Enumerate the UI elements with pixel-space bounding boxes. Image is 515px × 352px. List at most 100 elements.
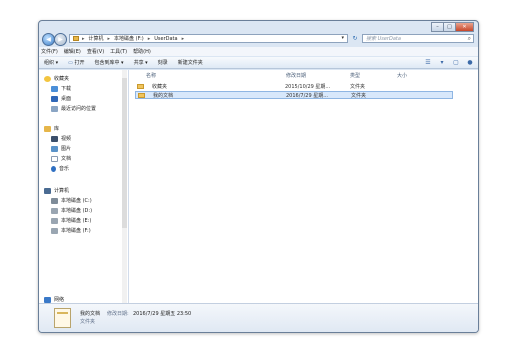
pictures-icon [51,145,58,152]
file-modified: 2016/7/29 星期... [286,92,328,99]
file-row[interactable]: 收藏夹 2015/10/29 星期... 文件夹 [135,82,453,90]
file-modified: 2015/10/29 星期... [285,83,331,90]
nav-drive-d-label: 本地磁盘 (D:) [61,208,93,214]
libraries-icon [44,125,51,132]
column-name[interactable]: 名称 [146,72,156,79]
burn-button[interactable]: 刻录 [158,59,168,66]
details-modified-label: 修改日期: [107,311,129,317]
view-options-icon[interactable]: ☰ [424,59,432,66]
nav-desktop-label: 桌面 [61,96,72,102]
crumb-separator-icon: ▸ [107,35,111,42]
nav-recent-label: 最近访问的位置 [61,106,97,112]
crumb-computer[interactable]: 计算机 [89,35,104,42]
forward-button[interactable]: ▶ [54,33,67,46]
search-input[interactable]: 搜索 UserData ⌕ [362,34,474,43]
documents-icon [51,155,58,162]
nav-drive-f-label: 本地磁盘 (F:) [61,228,91,234]
explorer-window: – □ ✕ ◀ ▶ ▸ 计算机 ▸ 本地磁盘 (F:) ▸ UserData ▸… [38,20,479,333]
caption-buttons: – □ ✕ [431,22,474,32]
nav-scrollbar-thumb[interactable] [122,78,127,228]
new-folder-button[interactable]: 新建文件夹 [178,59,203,66]
command-bar: 组织 ▾ ▭ 打开 包含到库中 ▾ 共享 ▾ 刻录 新建文件夹 ☰ ▾ ▢ ● [39,57,478,69]
drive-icon [51,217,58,224]
nav-videos-label: 视频 [61,136,72,142]
drive-icon [51,197,58,204]
column-size[interactable]: 大小 [397,72,407,79]
help-icon[interactable]: ● [466,59,474,66]
view-controls: ☰ ▾ ▢ ● [418,59,474,66]
details-modified-value: 2016/7/29 星期五 23:50 [133,311,192,317]
folder-icon [73,36,79,41]
menu-bar: 文件(F) 编辑(E) 查看(V) 工具(T) 帮助(H) [39,47,478,56]
crumb-userdata[interactable]: UserData [154,36,177,42]
nav-drive-c[interactable]: 本地磁盘 (C:) [51,197,92,204]
drive-icon [51,207,58,214]
file-type: 文件夹 [350,83,366,90]
nav-drive-f[interactable]: 本地磁盘 (F:) [51,227,91,234]
chevron-down-icon[interactable]: ▾ [438,59,446,66]
menu-tools[interactable]: 工具(T) [110,48,127,55]
search-placeholder: 搜索 UserData [366,36,401,42]
crumb-drive-f[interactable]: 本地磁盘 (F:) [114,35,144,42]
close-button[interactable]: ✕ [455,22,474,32]
organize-button[interactable]: 组织 ▾ [44,59,58,66]
menu-edit[interactable]: 编辑(E) [64,48,81,55]
nav-network[interactable]: 网络 [44,296,64,303]
nav-libraries-label: 库 [54,126,60,132]
nav-music[interactable]: 音乐 [51,165,69,172]
folder-icon [138,92,145,98]
column-type[interactable]: 类型 [350,72,360,79]
crumb-separator-icon: ▸ [82,35,85,42]
downloads-icon [51,85,58,92]
star-icon [44,75,51,82]
nav-drive-d[interactable]: 本地磁盘 (D:) [51,207,92,214]
nav-pictures[interactable]: 图片 [51,145,71,152]
share-button[interactable]: 共享 ▾ [134,59,148,66]
nav-videos[interactable]: 视频 [51,135,71,142]
menu-file[interactable]: 文件(F) [41,48,58,55]
include-in-library-button[interactable]: 包含到库中 ▾ [94,59,123,66]
file-row-selected[interactable]: 我的文档 2016/7/29 星期... 文件夹 [135,91,453,99]
drive-icon [51,227,58,234]
menu-help[interactable]: 帮助(H) [133,48,151,55]
details-type: 文件夹 [80,319,96,325]
file-type: 文件夹 [351,92,367,99]
nav-documents-label: 文档 [61,156,72,162]
crumb-separator-icon: ▸ [181,35,185,42]
details-name: 我的文档 [80,311,101,317]
nav-music-label: 音乐 [59,166,70,172]
network-icon [44,296,51,303]
nav-scrollbar[interactable] [122,70,127,303]
open-button[interactable]: ▭ 打开 [68,59,84,66]
nav-favorites-label: 收藏夹 [54,76,70,82]
details-pane: 我的文档 修改日期: 2016/7/29 星期五 23:50 文件夹 [39,303,478,332]
nav-favorites[interactable]: 收藏夹 [44,75,69,82]
refresh-icon[interactable]: ↻ [350,34,360,43]
column-modified[interactable]: 修改日期 [286,72,306,79]
nav-drive-e[interactable]: 本地磁盘 (E:) [51,217,91,224]
nav-libraries[interactable]: 库 [44,125,59,132]
menu-view[interactable]: 查看(V) [87,48,104,55]
address-row: ◀ ▶ ▸ 计算机 ▸ 本地磁盘 (F:) ▸ UserData ▸ ▾ ↻ 搜… [39,32,478,46]
nav-pictures-label: 图片 [61,146,72,152]
navigation-pane: 收藏夹 下载 桌面 最近访问的位置 库 视频 图片 文档 音乐 计算机 本地磁盘… [39,70,129,303]
nav-drive-e-label: 本地磁盘 (E:) [61,218,92,224]
document-folder-icon [54,308,71,328]
nav-computer-label: 计算机 [54,188,70,194]
nav-recent[interactable]: 最近访问的位置 [51,105,96,112]
file-list: 名称 修改日期 类型 大小 收藏夹 2015/10/29 星期... 文件夹 我… [129,70,478,303]
nav-computer[interactable]: 计算机 [44,187,69,194]
folder-icon [137,83,144,89]
computer-icon [44,187,51,194]
desktop-icon [51,95,58,102]
nav-network-label: 网络 [54,297,65,303]
nav-downloads[interactable]: 下载 [51,85,71,92]
nav-desktop[interactable]: 桌面 [51,95,71,102]
address-bar[interactable]: ▸ 计算机 ▸ 本地磁盘 (F:) ▸ UserData ▸ ▾ [69,34,348,43]
nav-downloads-label: 下载 [61,86,72,92]
preview-pane-icon[interactable]: ▢ [452,59,460,66]
videos-icon [51,135,58,142]
nav-documents[interactable]: 文档 [51,155,71,162]
address-dropdown-icon[interactable]: ▾ [341,35,344,41]
search-icon[interactable]: ⌕ [468,35,471,43]
